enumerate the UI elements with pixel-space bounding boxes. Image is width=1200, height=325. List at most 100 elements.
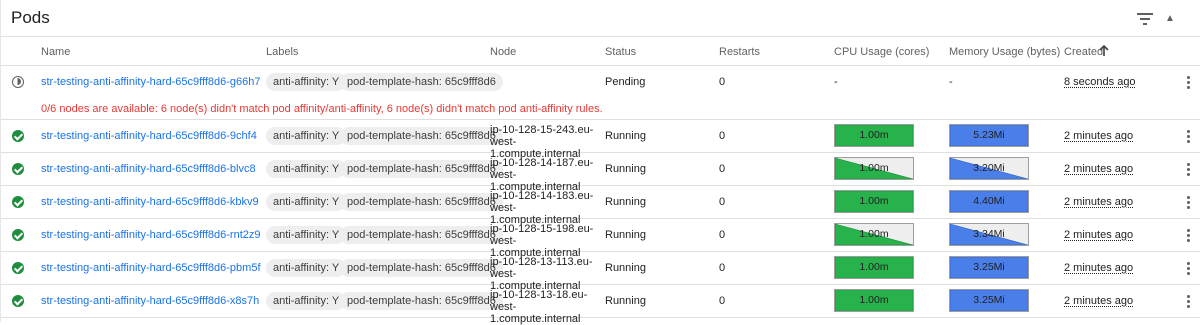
pod-status: Running bbox=[605, 130, 646, 142]
more-actions-icon[interactable] bbox=[1184, 194, 1192, 210]
column-header-status: Status bbox=[605, 46, 636, 58]
pod-name-link[interactable]: str-testing-anti-affinity-hard-65c9fff8d… bbox=[41, 229, 261, 241]
label-chip: anti-affinity: Y bbox=[266, 127, 346, 145]
column-header-name[interactable]: Name bbox=[41, 46, 70, 58]
cpu-usage-value: 1.00m bbox=[835, 290, 913, 311]
memory-usage-sparkline: 5.23Mi bbox=[949, 124, 1029, 147]
cpu-usage-value: 1.00m bbox=[835, 191, 913, 212]
pod-restarts: 0 bbox=[719, 76, 725, 88]
cpu-usage-sparkline: 1.00m bbox=[834, 190, 914, 213]
node-name-line: ip-10-128-14-183.eu-west- bbox=[490, 190, 602, 214]
pod-restarts: 0 bbox=[719, 295, 725, 307]
pod-restarts: 0 bbox=[719, 163, 725, 175]
memory-usage-value: 5.23Mi bbox=[950, 125, 1028, 146]
cpu-usage-value: 1.00m bbox=[835, 125, 913, 146]
collapse-icon[interactable]: ▲ bbox=[1162, 11, 1178, 27]
label-chip: pod-template-hash: 65c9fff8d6 bbox=[340, 226, 503, 244]
column-header-cpu: CPU Usage (cores) bbox=[834, 46, 929, 58]
label-chip: pod-template-hash: 65c9fff8d6 bbox=[340, 160, 503, 178]
running-status-icon bbox=[12, 196, 24, 208]
column-header-node[interactable]: Node bbox=[490, 46, 516, 58]
cpu-usage-value: 1.00m bbox=[835, 224, 913, 245]
memory-usage-empty: - bbox=[949, 76, 953, 88]
table-row-pending: str-testing-anti-affinity-hard-65c9fff8d… bbox=[1, 66, 1200, 120]
page-title: Pods bbox=[11, 8, 50, 28]
table-row: str-testing-anti-affinity-hard-65c9fff8d… bbox=[1, 153, 1200, 186]
pod-status: Running bbox=[605, 196, 646, 208]
column-header-memory: Memory Usage (bytes) bbox=[949, 46, 1060, 58]
cpu-usage-sparkline: 1.00m bbox=[834, 157, 914, 180]
label-chip: pod-template-hash: 65c9fff8d6 bbox=[340, 73, 503, 91]
pod-name-link[interactable]: str-testing-anti-affinity-hard-65c9fff8d… bbox=[41, 196, 259, 208]
memory-usage-sparkline: 3.25Mi bbox=[949, 289, 1029, 312]
cpu-usage-sparkline: 1.00m bbox=[834, 223, 914, 246]
filter-icon[interactable] bbox=[1137, 12, 1153, 26]
node-name-line: ip-10-128-14-187.eu-west- bbox=[490, 157, 602, 181]
more-actions-icon[interactable] bbox=[1184, 128, 1192, 144]
more-actions-icon[interactable] bbox=[1184, 227, 1192, 243]
pod-status: Running bbox=[605, 262, 646, 274]
node-name-line: 1.compute.internal bbox=[490, 313, 602, 325]
more-actions-icon[interactable] bbox=[1184, 293, 1192, 309]
memory-usage-value: 3.20Mi bbox=[950, 158, 1028, 179]
pod-status: Running bbox=[605, 163, 646, 175]
label-chip: anti-affinity: Y bbox=[266, 259, 346, 277]
running-status-icon bbox=[12, 130, 24, 142]
cpu-usage-sparkline: 1.00m bbox=[834, 124, 914, 147]
memory-usage-value: 3.34Mi bbox=[950, 224, 1028, 245]
running-status-icon bbox=[12, 229, 24, 241]
label-chip: anti-affinity: Y bbox=[266, 160, 346, 178]
card-header: Pods ▲ bbox=[1, 0, 1200, 37]
column-header-labels: Labels bbox=[266, 46, 298, 58]
table-row: str-testing-anti-affinity-hard-65c9fff8d… bbox=[1, 120, 1200, 153]
cpu-usage-sparkline: 1.00m bbox=[834, 289, 914, 312]
pod-restarts: 0 bbox=[719, 130, 725, 142]
cpu-usage-value: 1.00m bbox=[835, 158, 913, 179]
table-row: str-testing-anti-affinity-hard-65c9fff8d… bbox=[1, 285, 1200, 318]
pending-status-icon bbox=[12, 76, 24, 88]
column-header-restarts: Restarts bbox=[719, 46, 760, 58]
label-chip: pod-template-hash: 65c9fff8d6 bbox=[340, 193, 503, 211]
node-name[interactable]: ip-10-128-13-18.eu-west- 1.compute.inter… bbox=[490, 289, 602, 325]
pod-restarts: 0 bbox=[719, 262, 725, 274]
pods-card: Pods ▲ Name Labels Node Status Restarts … bbox=[0, 0, 1200, 322]
memory-usage-sparkline: 3.20Mi bbox=[949, 157, 1029, 180]
node-name-line: ip-10-128-13-18.eu-west- bbox=[490, 289, 602, 313]
pod-name-link[interactable]: str-testing-anti-affinity-hard-65c9fff8d… bbox=[41, 262, 261, 274]
table-row: str-testing-anti-affinity-hard-65c9fff8d… bbox=[1, 252, 1200, 285]
pod-name-link[interactable]: str-testing-anti-affinity-hard-65c9fff8d… bbox=[41, 130, 257, 142]
pod-restarts: 0 bbox=[719, 196, 725, 208]
running-status-icon bbox=[12, 262, 24, 274]
label-chip: anti-affinity: Y bbox=[266, 292, 346, 310]
scheduling-error-message: 0/6 nodes are available: 6 node(s) didn'… bbox=[41, 103, 603, 115]
memory-usage-value: 3.25Mi bbox=[950, 290, 1028, 311]
table-row: str-testing-anti-affinity-hard-65c9fff8d… bbox=[1, 186, 1200, 219]
label-chip: pod-template-hash: 65c9fff8d6 bbox=[340, 292, 503, 310]
pod-name-link[interactable]: str-testing-anti-affinity-hard-65c9fff8d… bbox=[41, 163, 256, 175]
more-actions-icon[interactable] bbox=[1184, 161, 1192, 177]
table-row: str-testing-anti-affinity-hard-65c9fff8d… bbox=[1, 219, 1200, 252]
created-time: 8 seconds ago bbox=[1064, 76, 1136, 88]
label-chip: pod-template-hash: 65c9fff8d6 bbox=[340, 127, 503, 145]
memory-usage-sparkline: 3.25Mi bbox=[949, 256, 1029, 279]
pod-status: Running bbox=[605, 229, 646, 241]
created-time: 2 minutes ago bbox=[1064, 130, 1133, 142]
created-time: 2 minutes ago bbox=[1064, 295, 1133, 307]
memory-usage-value: 4.40Mi bbox=[950, 191, 1028, 212]
label-chip: pod-template-hash: 65c9fff8d6 bbox=[340, 259, 503, 277]
running-status-icon bbox=[12, 163, 24, 175]
pod-name-link[interactable]: str-testing-anti-affinity-hard-65c9fff8d… bbox=[41, 295, 259, 307]
pod-restarts: 0 bbox=[719, 229, 725, 241]
memory-usage-value: 3.25Mi bbox=[950, 257, 1028, 278]
table-header: Name Labels Node Status Restarts CPU Usa… bbox=[1, 37, 1200, 66]
more-actions-icon[interactable] bbox=[1184, 74, 1192, 90]
created-time: 2 minutes ago bbox=[1064, 262, 1133, 274]
pod-status: Running bbox=[605, 295, 646, 307]
running-status-icon bbox=[12, 295, 24, 307]
cpu-usage-sparkline: 1.00m bbox=[834, 256, 914, 279]
pod-status: Pending bbox=[605, 76, 645, 88]
more-actions-icon[interactable] bbox=[1184, 260, 1192, 276]
created-time: 2 minutes ago bbox=[1064, 229, 1133, 241]
pod-name-link[interactable]: str-testing-anti-affinity-hard-65c9fff8d… bbox=[41, 76, 261, 88]
sort-ascending-icon[interactable] bbox=[1098, 44, 1110, 58]
